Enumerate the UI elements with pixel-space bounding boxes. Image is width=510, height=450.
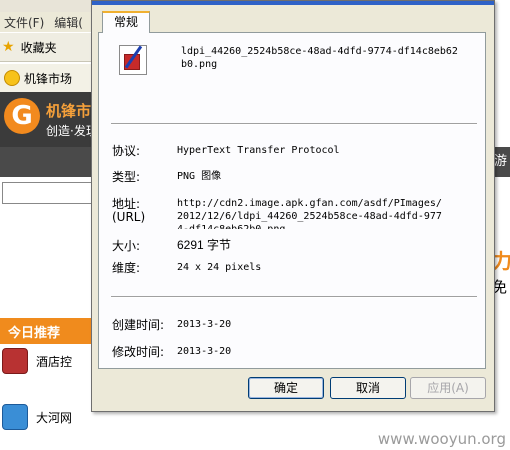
- divider: [111, 123, 477, 125]
- address-label: 地址:: [112, 197, 141, 211]
- modified-label: 修改时间:: [112, 345, 165, 359]
- recommend-section: 今日推荐: [0, 318, 95, 344]
- apply-button[interactable]: 应用(A): [410, 377, 486, 399]
- favorites-button[interactable]: 收藏夹: [21, 39, 57, 56]
- watermark: www.wooyun.org: [377, 430, 506, 448]
- protocol-label: 协议:: [112, 144, 141, 158]
- divider: [111, 296, 477, 298]
- dimension-label: 维度:: [112, 261, 141, 275]
- site-nav: [0, 147, 95, 177]
- created-value: 2013-3-20: [177, 319, 232, 330]
- browser-menubar: 文件(F) 编辑(: [0, 12, 95, 32]
- cancel-button[interactable]: 取消: [330, 377, 406, 399]
- file-name: ldpi_44260_2524b58ce-48ad-4dfd-9774-df14…: [181, 46, 458, 70]
- list-item[interactable]: 大河网: [2, 402, 95, 432]
- site-header: G 机锋市 创造·发现: [0, 92, 95, 147]
- browser-tab[interactable]: 机锋市场: [0, 64, 95, 92]
- dialog-titlebar[interactable]: [92, 1, 494, 5]
- ok-button[interactable]: 确定: [248, 377, 324, 399]
- image-file-icon: [119, 45, 147, 75]
- size-label: 大小:: [112, 239, 141, 253]
- menu-edit[interactable]: 编辑(: [54, 14, 83, 31]
- general-panel: ldpi_44260_2524b58ce-48ad-4dfd-9774-df14…: [98, 32, 486, 369]
- address-value: http://cdn2.image.apk.gfan.com/asdf/PIma…: [177, 198, 442, 229]
- app-name: 大河网: [36, 410, 73, 425]
- site-search-input[interactable]: [2, 182, 92, 204]
- created-label: 创建时间:: [112, 318, 165, 332]
- site-logo[interactable]: G: [4, 98, 40, 134]
- site-tagline: 创造·发现: [46, 124, 95, 138]
- tab-general[interactable]: 常规: [102, 11, 150, 33]
- address-label-url: (URL): [112, 210, 146, 224]
- browser-tab-label: 机锋市场: [24, 71, 73, 86]
- modified-value: 2013-3-20: [177, 346, 232, 357]
- app-name: 酒店控: [36, 354, 73, 369]
- star-icon: ★: [2, 39, 15, 55]
- type-label: 类型:: [112, 170, 141, 184]
- menu-file[interactable]: 文件(F): [4, 14, 44, 31]
- list-item[interactable]: 酒店控: [2, 346, 95, 376]
- news-app-icon: [2, 404, 28, 430]
- size-value: 6291 字节: [177, 238, 232, 252]
- protocol-value: HyperText Transfer Protocol: [177, 145, 340, 156]
- hotel-app-icon: [2, 348, 28, 374]
- favorites-bar: ★ 收藏夹: [0, 32, 95, 62]
- site-favicon-icon: [4, 70, 20, 86]
- dimension-value: 24 x 24 pixels: [177, 262, 262, 273]
- site-brand: 机锋市: [46, 102, 92, 120]
- section-title: 今日推荐: [8, 326, 61, 341]
- type-value: PNG 图像: [177, 171, 222, 182]
- properties-dialog: 常规 ldpi_44260_2524b58ce-48ad-4dfd-9774-d…: [91, 0, 495, 412]
